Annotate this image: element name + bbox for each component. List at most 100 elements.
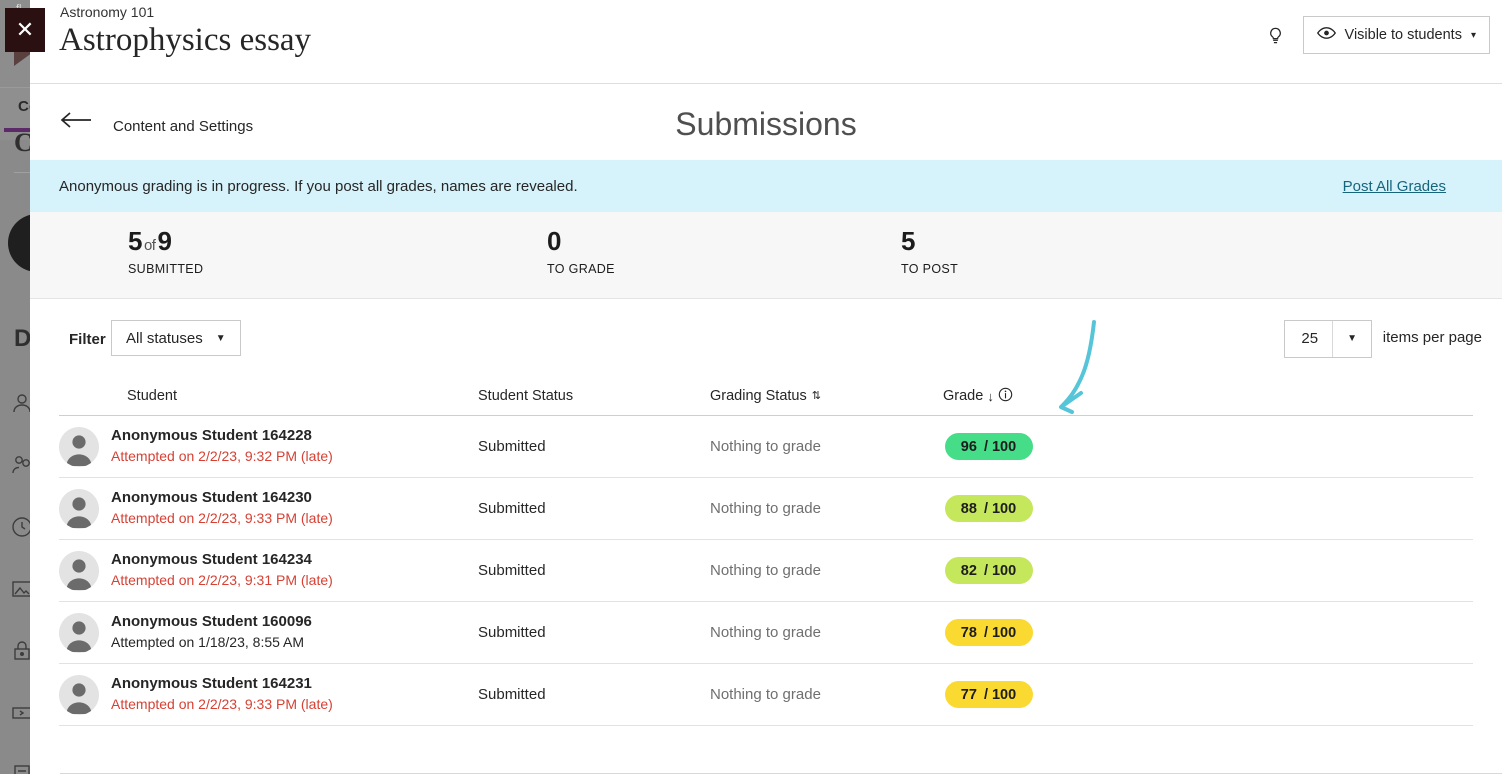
user-avatar-icon [59, 675, 99, 715]
student-name: Anonymous Student 164230 [111, 489, 333, 508]
grade-value: 88 [961, 501, 977, 517]
grading-status-cell: Nothing to grade [710, 500, 931, 517]
student-attempt-time: Attempted on 2/2/23, 9:31 PM (late) [111, 571, 333, 590]
user-avatar-icon [59, 489, 99, 529]
backdrop-section-label: D [14, 325, 31, 353]
filter-bar: Filter All statuses ▼ 25 ▼ items per pag… [30, 299, 1502, 377]
submitted-count: 5 [128, 226, 142, 256]
student-info: Anonymous Student 164234Attempted on 2/2… [111, 551, 333, 591]
user-avatar-icon [59, 613, 99, 653]
student-attempt-time: Attempted on 2/2/23, 9:32 PM (late) [111, 447, 333, 466]
post-all-grades-link[interactable]: Post All Grades [1343, 178, 1446, 195]
user-avatar-icon [59, 427, 99, 467]
sort-descending-icon: ↓ [987, 390, 994, 403]
eye-icon [1317, 26, 1336, 44]
anonymous-grading-banner: Anonymous grading is in progress. If you… [30, 160, 1502, 212]
grade-cell[interactable]: 82 / 100 [931, 557, 1046, 584]
column-header-student[interactable]: Student [59, 388, 478, 404]
grade-cell[interactable]: 78 / 100 [931, 619, 1046, 646]
student-name: Anonymous Student 164231 [111, 675, 333, 694]
grade-cell[interactable]: 96/ 100 [931, 433, 1046, 460]
student-info: Anonymous Student 160096Attempted on 1/1… [111, 613, 312, 653]
student-attempt-time: Attempted on 2/2/23, 9:33 PM (late) [111, 509, 333, 528]
info-icon[interactable] [998, 387, 1013, 406]
student-attempt-time: Attempted on 2/2/23, 9:33 PM (late) [111, 695, 333, 714]
course-name: Astronomy 101 [60, 4, 154, 20]
grade-pill[interactable]: 88 / 100 [945, 495, 1033, 522]
page-title: Astrophysics essay [59, 22, 311, 59]
chevron-down-icon: ▼ [216, 333, 226, 344]
grade-cell[interactable]: 77 / 100 [931, 681, 1046, 708]
visibility-label: Visible to students [1345, 27, 1462, 43]
panel-subheader: Content and Settings Submissions [30, 84, 1502, 160]
table-row[interactable]: Anonymous Student 160096Attempted on 1/1… [59, 602, 1473, 664]
column-header-grading-status[interactable]: Grading Status ⇅ [710, 388, 931, 404]
student-name: Anonymous Student 160096 [111, 613, 312, 632]
lightbulb-icon[interactable] [1266, 25, 1285, 46]
student-cell: Anonymous Student 164228Attempted on 2/2… [59, 427, 478, 467]
stat-label-submitted: SUBMITTED [128, 262, 203, 276]
grade-denominator: / 100 [984, 501, 1016, 517]
banner-message: Anonymous grading is in progress. If you… [59, 178, 578, 195]
student-name: Anonymous Student 164228 [111, 427, 333, 446]
stat-submitted: 5of9 SUBMITTED [128, 226, 203, 276]
panel-header: Astronomy 101 Astrophysics essay Visible… [30, 0, 1502, 84]
stat-to-post: 5 TO POST [901, 226, 958, 276]
student-cell: Anonymous Student 164234Attempted on 2/2… [59, 551, 478, 591]
student-status-cell: Submitted [478, 686, 710, 703]
student-status-cell: Submitted [478, 562, 710, 579]
submissions-table: Student Student Status Grading Status ⇅ … [59, 377, 1473, 726]
grade-value: 78 [961, 625, 977, 641]
grade-pill[interactable]: 78 / 100 [945, 619, 1033, 646]
column-header-student-status[interactable]: Student Status [478, 388, 710, 404]
grade-value: 82 [961, 563, 977, 579]
table-row[interactable]: Anonymous Student 164234Attempted on 2/2… [59, 540, 1473, 602]
grade-pill[interactable]: 77 / 100 [945, 681, 1033, 708]
grade-pill[interactable]: 96/ 100 [945, 433, 1033, 460]
submitted-of: of [144, 237, 156, 254]
items-per-page-label: items per page [1383, 329, 1482, 346]
grading-status-cell: Nothing to grade [710, 562, 931, 579]
items-per-page-value: 25 [1285, 321, 1333, 357]
grade-pill[interactable]: 82 / 100 [945, 557, 1033, 584]
grade-value: 96 [961, 439, 977, 455]
student-cell: Anonymous Student 160096Attempted on 1/1… [59, 613, 478, 653]
student-cell: Anonymous Student 164230Attempted on 2/2… [59, 489, 478, 529]
filter-label: Filter [69, 331, 106, 348]
student-attempt-time: Attempted on 1/18/23, 8:55 AM [111, 633, 312, 652]
chevron-down-icon: ▾ [1471, 30, 1476, 41]
table-row[interactable]: Anonymous Student 164228Attempted on 2/2… [59, 416, 1473, 478]
submitted-total: 9 [157, 226, 171, 256]
user-avatar-icon [59, 551, 99, 591]
table-header-row: Student Student Status Grading Status ⇅ … [59, 377, 1473, 416]
chevron-down-icon: ▼ [1333, 321, 1371, 357]
stat-to-grade: 0 TO GRADE [547, 226, 615, 276]
items-per-page-select[interactable]: 25 ▼ [1284, 320, 1372, 358]
student-status-cell: Submitted [478, 500, 710, 517]
status-filter-value: All statuses [126, 330, 203, 347]
to-grade-count: 0 [547, 226, 615, 257]
grade-denominator: / 100 [984, 625, 1016, 641]
close-icon[interactable]: ✕ [5, 8, 45, 52]
student-cell: Anonymous Student 164231Attempted on 2/2… [59, 675, 478, 715]
stats-bar: 5of9 SUBMITTED 0 TO GRADE 5 TO POST [30, 212, 1502, 299]
submissions-title: Submissions [30, 106, 1502, 143]
table-row[interactable]: Anonymous Student 164230Attempted on 2/2… [59, 478, 1473, 540]
grade-denominator: / 100 [984, 563, 1016, 579]
grade-label: Grade [943, 388, 983, 404]
student-status-cell: Submitted [478, 624, 710, 641]
visible-to-students-button[interactable]: Visible to students ▾ [1303, 16, 1490, 54]
to-post-count: 5 [901, 226, 958, 257]
grading-status-cell: Nothing to grade [710, 686, 931, 703]
student-status-cell: Submitted [478, 438, 710, 455]
grade-cell[interactable]: 88 / 100 [931, 495, 1046, 522]
stat-label-to-post: TO POST [901, 262, 958, 276]
status-filter-select[interactable]: All statuses ▼ [111, 320, 241, 356]
grade-value: 77 [961, 687, 977, 703]
student-info: Anonymous Student 164228Attempted on 2/2… [111, 427, 333, 467]
table-row[interactable]: Anonymous Student 164231Attempted on 2/2… [59, 664, 1473, 726]
column-header-grade[interactable]: Grade ↓ [931, 387, 1046, 406]
grade-denominator: / 100 [984, 687, 1016, 703]
grading-status-cell: Nothing to grade [710, 438, 931, 455]
student-info: Anonymous Student 164231Attempted on 2/2… [111, 675, 333, 715]
